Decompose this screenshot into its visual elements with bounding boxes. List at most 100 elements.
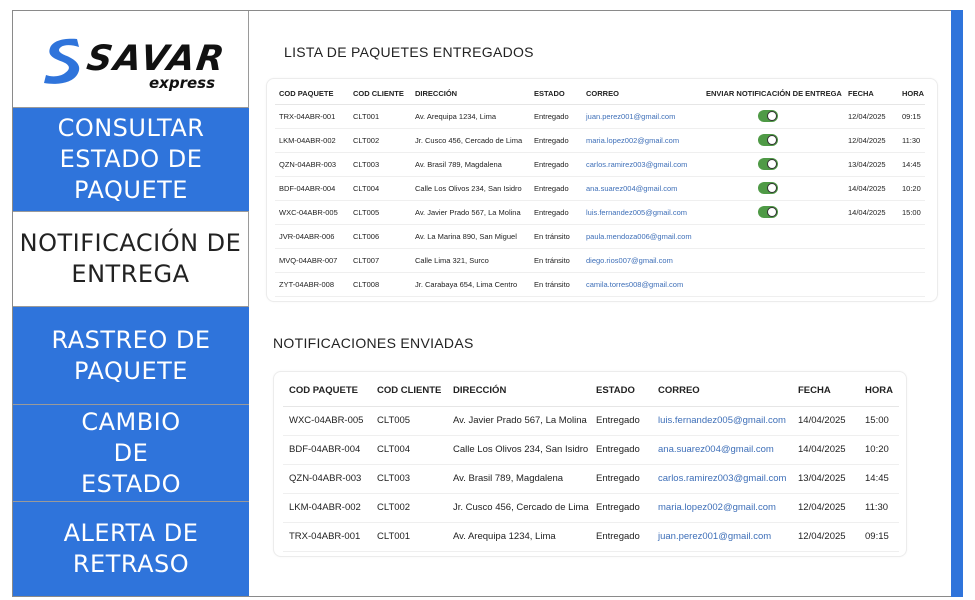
table-row: BDF-04ABR-004 CLT004 Calle Los Olivos 234,… (283, 435, 899, 465)
col-estado: ESTADO (590, 376, 652, 407)
cell-direccion: Jr. Carabaya 654, Lima Centro (411, 272, 530, 297)
nav-cambio-estado[interactable]: CAMBIO DE ESTADO (13, 405, 249, 502)
cell-estado: Entregado (590, 493, 652, 523)
cell-fecha: 13/04/2025 (844, 152, 898, 177)
cell-correo[interactable]: diego.rios007@gmail.com (582, 248, 702, 273)
cell-cod-paquete: LKM-04ABR-002 (283, 493, 371, 523)
col-cod-cliente: COD CLIENTE (349, 84, 411, 105)
cell-correo[interactable]: juan.perez001@gmail.com (652, 522, 792, 552)
notify-toggle[interactable] (758, 182, 778, 194)
cell-estado: En tránsito (530, 224, 582, 249)
delivered-table: COD PAQUETE COD CLIENTE DIRECCIÓN ESTADO… (275, 84, 925, 297)
cell-fecha: 14/04/2025 (792, 435, 859, 465)
cell-hora: 15:00 (859, 406, 899, 436)
table-row: WXC-04ABR-005 CLT005 Av. Javier Prado 567,… (283, 406, 899, 436)
cell-estado: Entregado (530, 104, 582, 129)
cell-cod-cliente: CLT007 (349, 248, 411, 273)
toggle-knob (767, 111, 777, 121)
cell-cod-paquete: WXC-04ABR-005 (283, 406, 371, 436)
cell-cod-cliente: CLT002 (349, 128, 411, 153)
cell-estado: Entregado (530, 176, 582, 201)
nav-consultar-estado[interactable]: CONSULTAR ESTADO DE PAQUETE (13, 108, 249, 212)
cell-direccion: Av. Arequipa 1234, Lima (411, 104, 530, 129)
cell-fecha: 12/04/2025 (792, 522, 859, 552)
cell-correo[interactable]: maria.lopez002@gmail.com (582, 128, 702, 153)
cell-correo[interactable]: camila.torres008@gmail.com (582, 272, 702, 297)
cell-cod-paquete: TRX-04ABR-001 (275, 104, 349, 129)
cell-fecha (844, 224, 898, 249)
cell-notificacion (702, 152, 844, 177)
cell-hora: 14:45 (898, 152, 925, 177)
cell-estado: Entregado (530, 200, 582, 225)
cell-cod-cliente: CLT003 (371, 464, 447, 494)
cell-estado: Entregado (590, 464, 652, 494)
cell-cod-cliente: CLT003 (349, 152, 411, 177)
cell-notificacion (702, 200, 844, 225)
cell-hora: 14:45 (859, 464, 899, 494)
cell-direccion: Av. Javier Prado 567, La Molina (411, 200, 530, 225)
table-row: LKM-04ABR-002 CLT002 Jr. Cusco 456, Cercad… (275, 128, 925, 153)
cell-cod-paquete: QZN-04ABR-003 (275, 152, 349, 177)
sent-title: NOTIFICACIONES ENVIADAS (273, 335, 474, 351)
toggle-knob (767, 159, 777, 169)
cell-cod-cliente: CLT005 (371, 406, 447, 436)
cell-hora: 09:15 (898, 104, 925, 129)
logo-area: SAVAR express (13, 11, 249, 108)
cell-fecha: 14/04/2025 (792, 406, 859, 436)
cell-cod-paquete: TRX-04ABR-001 (283, 522, 371, 552)
notify-toggle[interactable] (758, 110, 778, 122)
cell-cod-cliente: CLT004 (371, 435, 447, 465)
cell-cod-paquete: ZYT-04ABR-008 (275, 272, 349, 297)
col-direccion: DIRECCIÓN (447, 376, 590, 407)
col-cod-paquete: COD PAQUETE (283, 376, 371, 407)
cell-correo[interactable]: luis.fernandez005@gmail.com (652, 406, 792, 436)
cell-correo[interactable]: luis.fernandez005@gmail.com (582, 200, 702, 225)
cell-fecha (844, 248, 898, 273)
col-cod-paquete: COD PAQUETE (275, 84, 349, 105)
cell-cod-paquete: WXC-04ABR-005 (275, 200, 349, 225)
cell-cod-cliente: CLT002 (371, 493, 447, 523)
notify-toggle[interactable] (758, 134, 778, 146)
cell-cod-paquete: MVQ-04ABR-007 (275, 248, 349, 273)
brand-name: SAVAR (84, 39, 229, 79)
cell-hora: 10:20 (859, 435, 899, 465)
cell-direccion: Av. Javier Prado 567, La Molina (447, 406, 590, 436)
cell-correo[interactable]: ana.suarez004@gmail.com (652, 435, 792, 465)
cell-correo[interactable]: carlos.ramirez003@gmail.com (582, 152, 702, 177)
cell-notificacion (702, 224, 844, 249)
cell-direccion: Calle Los Olivos 234, San Isidro (411, 176, 530, 201)
table-row: JVR-04ABR-006 CLT006 Av. La Marina 890, Sa… (275, 224, 925, 249)
notify-toggle[interactable] (758, 206, 778, 218)
right-scrollbar[interactable] (951, 10, 963, 597)
cell-hora: 11:30 (898, 128, 925, 153)
cell-correo[interactable]: juan.perez001@gmail.com (582, 104, 702, 129)
table-row: BDF-04ABR-004 CLT004 Calle Los Olivos 234,… (275, 176, 925, 201)
cell-correo[interactable]: carlos.ramirez003@gmail.com (652, 464, 792, 494)
cell-correo[interactable]: maria.lopez002@gmail.com (652, 493, 792, 523)
cell-hora (898, 272, 925, 297)
cell-direccion: Av. La Marina 890, San Miguel (411, 224, 530, 249)
nav-notificacion-entrega[interactable]: NOTIFICACIÓN DE ENTREGA (13, 212, 249, 307)
table-row: ZYT-04ABR-008 CLT008 Jr. Carabaya 654, Lim… (275, 272, 925, 297)
table-row: TRX-04ABR-001 CLT001 Av. Arequipa 1234, Li… (275, 104, 925, 129)
table-row: TRX-04ABR-001 CLT001 Av. Arequipa 1234, Li… (283, 522, 899, 552)
sent-table: COD PAQUETE COD CLIENTE DIRECCIÓN ESTADO… (283, 376, 899, 552)
cell-fecha: 14/04/2025 (844, 200, 898, 225)
cell-hora: 09:15 (859, 522, 899, 552)
cell-correo[interactable]: paula.mendoza006@gmail.com (582, 224, 702, 249)
cell-cod-cliente: CLT001 (371, 522, 447, 552)
cell-hora: 11:30 (859, 493, 899, 523)
cell-hora: 10:20 (898, 176, 925, 201)
nav-rastreo-paquete[interactable]: RASTREO DE PAQUETE (13, 307, 249, 405)
cell-cod-cliente: CLT008 (349, 272, 411, 297)
cell-hora: 15:00 (898, 200, 925, 225)
cell-correo[interactable]: ana.suarez004@gmail.com (582, 176, 702, 201)
cell-fecha: 14/04/2025 (844, 176, 898, 201)
cell-cod-paquete: BDF-04ABR-004 (275, 176, 349, 201)
notify-toggle[interactable] (758, 158, 778, 170)
cell-cod-cliente: CLT005 (349, 200, 411, 225)
col-fecha: FECHA (792, 376, 859, 407)
cell-notificacion (702, 176, 844, 201)
table-header-row: COD PAQUETE COD CLIENTE DIRECCIÓN ESTADO… (283, 376, 899, 407)
nav-alerta-retraso[interactable]: ALERTA DE RETRASO (13, 502, 249, 596)
